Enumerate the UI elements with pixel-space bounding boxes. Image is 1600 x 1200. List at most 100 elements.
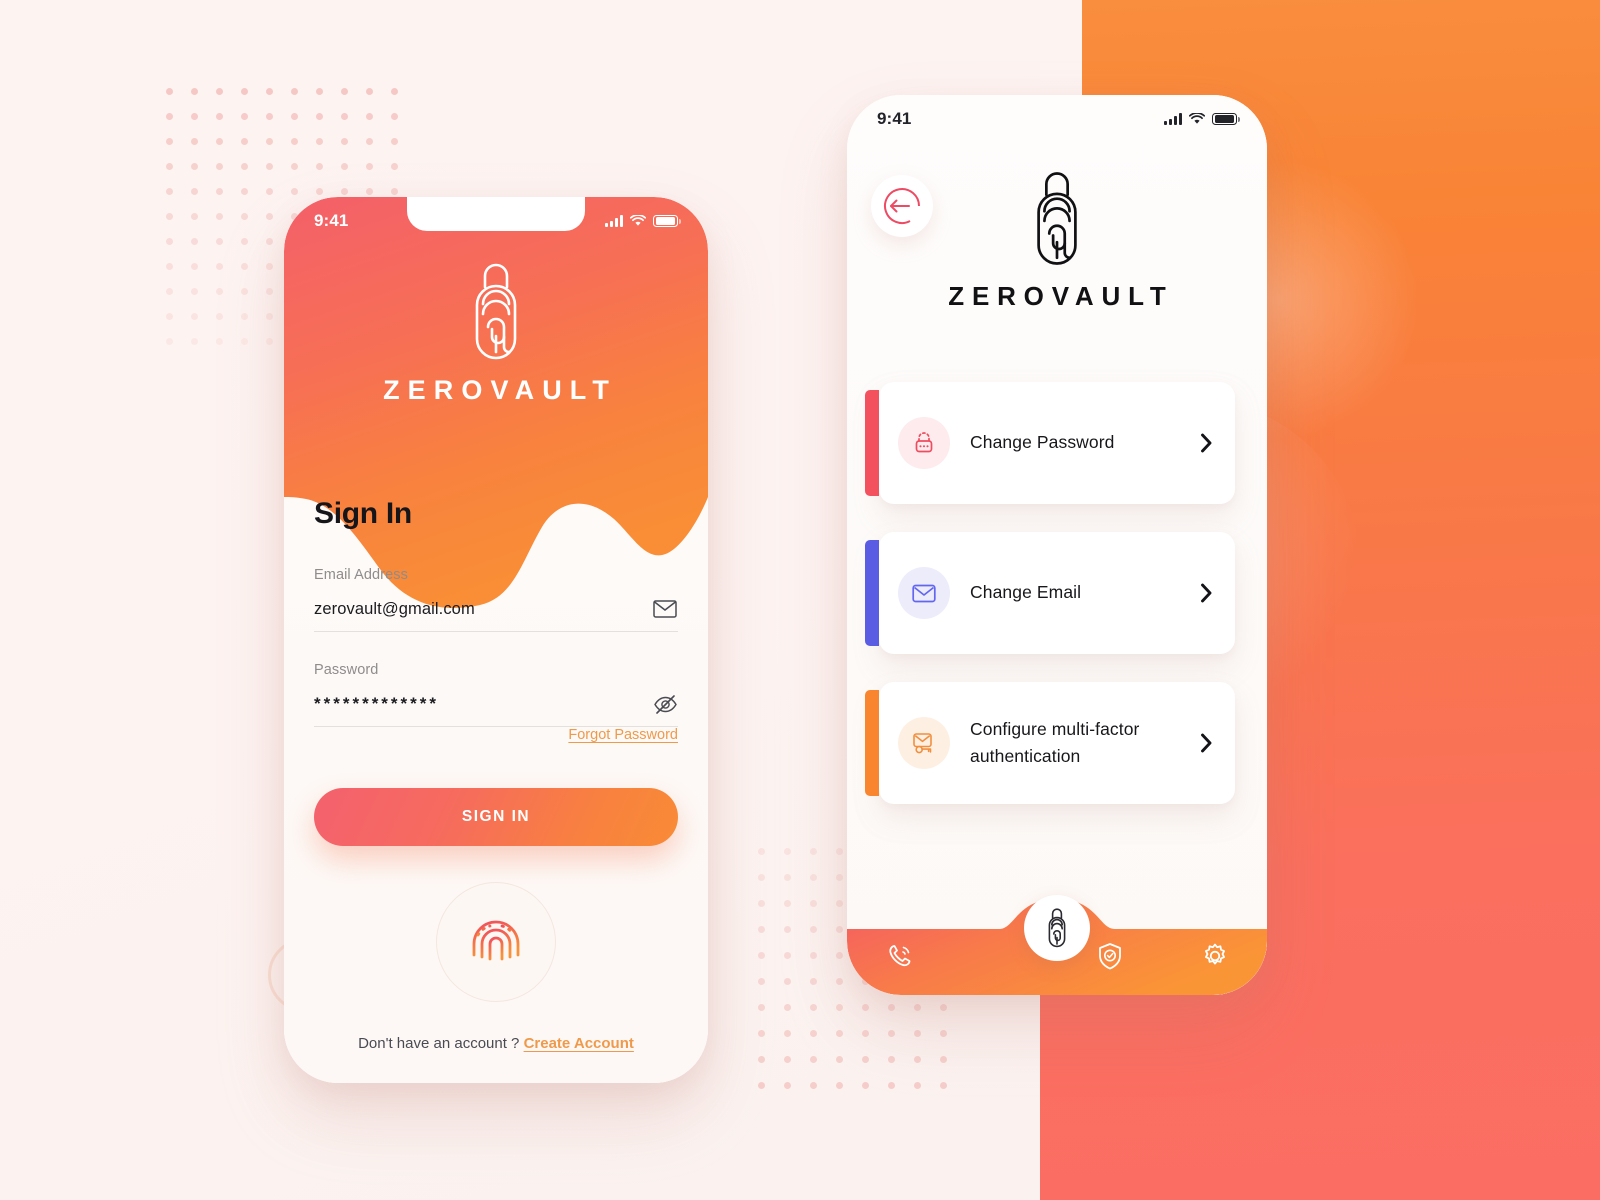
create-account-link[interactable]: Create Account: [524, 1035, 634, 1052]
decorative-dot: [888, 1082, 895, 1089]
option-change-password[interactable]: Change Password: [865, 382, 1235, 504]
decorative-dot: [291, 88, 298, 95]
decorative-dot: [166, 313, 173, 320]
decorative-dot: [216, 263, 223, 270]
decorative-dot: [810, 1004, 817, 1011]
decorative-dot: [836, 848, 843, 855]
decorative-dot: [266, 338, 273, 345]
brand-lockup-security: ZEROVAULT: [847, 165, 1267, 312]
decorative-dot: [291, 163, 298, 170]
email-label: Email Address: [314, 567, 408, 583]
decorative-dot: [862, 1056, 869, 1063]
fingerprint-capsule-icon: [1048, 908, 1066, 948]
decorative-dot: [166, 288, 173, 295]
decorative-dot: [391, 88, 398, 95]
decorative-dot: [266, 313, 273, 320]
envelope-icon[interactable]: [652, 598, 678, 620]
sign-in-button[interactable]: SIGN IN: [314, 788, 678, 846]
decorative-dot: [241, 213, 248, 220]
decorative-dot: [836, 1056, 843, 1063]
decorative-dot: [266, 163, 273, 170]
decorative-dot: [266, 113, 273, 120]
email-input[interactable]: zerovault@gmail.com: [314, 600, 475, 619]
nav-item-settings[interactable]: [1162, 941, 1267, 971]
decorative-dot: [291, 113, 298, 120]
envelope-icon: [898, 567, 950, 619]
decorative-dot: [862, 1082, 869, 1089]
decorative-dot: [241, 338, 248, 345]
decorative-dot: [266, 288, 273, 295]
decorative-dot: [758, 1082, 765, 1089]
decorative-dot: [366, 113, 373, 120]
decorative-dot: [241, 238, 248, 245]
create-account-row: Don't have an account ? Create Account: [284, 1035, 708, 1052]
option-label: Configure multi-factor authentication: [970, 718, 1140, 766]
forgot-password-link[interactable]: Forgot Password: [568, 727, 678, 743]
status-time: 9:41: [314, 211, 349, 230]
decorative-dot: [366, 88, 373, 95]
decorative-dot: [166, 213, 173, 220]
decorative-dot: [216, 113, 223, 120]
nav-item-calls[interactable]: [847, 941, 952, 971]
email-field-group: Email Address zerovault@gmail.com: [314, 567, 678, 632]
decorative-dot: [810, 1030, 817, 1037]
decorative-dot: [191, 163, 198, 170]
decorative-dot: [241, 313, 248, 320]
decorative-dot: [836, 1004, 843, 1011]
decorative-dot: [940, 1004, 947, 1011]
phone-notch: [407, 197, 585, 231]
decorative-dot: [862, 1004, 869, 1011]
decorative-dot: [266, 263, 273, 270]
decorative-dot: [166, 188, 173, 195]
decorative-dot: [810, 1056, 817, 1063]
decorative-dot: [316, 113, 323, 120]
wifi-icon: [630, 215, 646, 227]
chevron-right-icon: [1200, 733, 1213, 753]
gear-icon: [1204, 943, 1225, 965]
decorative-dot: [836, 1030, 843, 1037]
decorative-dot: [266, 88, 273, 95]
phone-signin: 9:41 ZEROVAULT Sign In Email Address zer…: [284, 197, 708, 1083]
decorative-dot: [241, 263, 248, 270]
wifi-icon: [1189, 113, 1205, 125]
decorative-dot: [888, 1030, 895, 1037]
status-bar-security: 9:41: [847, 95, 1267, 143]
decorative-dot: [810, 848, 817, 855]
page-title: Sign In: [314, 497, 412, 530]
biometric-fab-button[interactable]: [1024, 895, 1090, 961]
decorative-dot: [366, 188, 373, 195]
decorative-dot: [216, 238, 223, 245]
decorative-dot: [784, 874, 791, 881]
chevron-right-icon: [1200, 433, 1213, 453]
decorative-dot: [266, 138, 273, 145]
brand-lockup-signin: ZEROVAULT: [284, 257, 708, 406]
decorative-dot: [758, 1004, 765, 1011]
option-change-email[interactable]: Change Email: [865, 532, 1235, 654]
signin-screen: 9:41 ZEROVAULT Sign In Email Address zer…: [284, 197, 708, 1083]
decorative-dot: [216, 338, 223, 345]
decorative-dot: [191, 288, 198, 295]
brand-wordmark-security: ZEROVAULT: [948, 281, 1174, 311]
shield-check-icon: [1098, 943, 1121, 970]
decorative-dot: [758, 1056, 765, 1063]
decorative-dot: [758, 952, 765, 959]
password-label: Password: [314, 662, 379, 678]
option-configure-mfa[interactable]: Configure multi-factor authentication: [865, 682, 1235, 804]
decorative-dot: [341, 163, 348, 170]
eye-off-icon[interactable]: [652, 693, 678, 715]
decorative-dot: [216, 213, 223, 220]
signal-bars-icon: [1164, 113, 1182, 125]
decorative-dot: [836, 874, 843, 881]
decorative-dot: [266, 188, 273, 195]
phone-ring-icon: [888, 945, 910, 967]
decorative-dot: [166, 138, 173, 145]
decorative-dot: [758, 1030, 765, 1037]
bottom-navigation: [847, 895, 1267, 995]
biometric-login-button[interactable]: [436, 882, 556, 1002]
decorative-dot: [366, 163, 373, 170]
decorative-dot: [166, 113, 173, 120]
password-input[interactable]: *************: [314, 694, 439, 714]
decorative-dot: [191, 313, 198, 320]
decorative-dot: [784, 1056, 791, 1063]
decorative-dot: [888, 1056, 895, 1063]
